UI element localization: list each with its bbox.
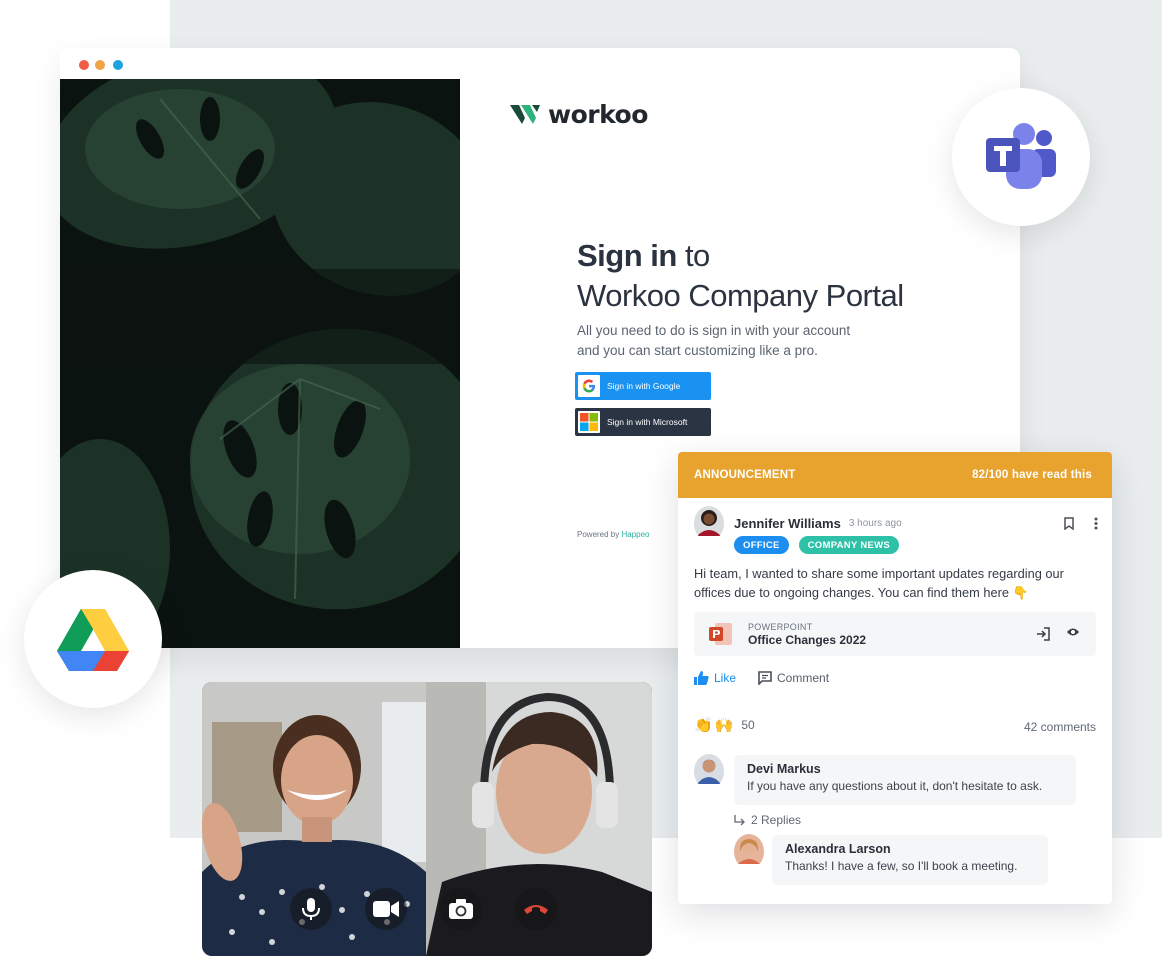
window-minimize-dot[interactable] <box>95 60 105 70</box>
comment-text: Thanks! I have a few, so I'll book a mee… <box>785 859 1018 873</box>
comment-author[interactable]: Devi Markus <box>747 762 1063 776</box>
sign-in-google-button[interactable]: Sign in with Google <box>575 372 711 400</box>
like-button[interactable]: Like <box>694 671 736 685</box>
reactions[interactable]: 👏 🙌 50 <box>694 716 755 734</box>
page-title: Sign in to Workoo Company Portal <box>577 236 904 316</box>
intro-text: All you need to do is sign in with your … <box>577 321 877 361</box>
powered-prefix: Powered by <box>577 530 622 539</box>
bookmark-icon[interactable] <box>1064 516 1074 530</box>
thumbs-up-icon <box>694 671 709 685</box>
clapping-hands-icon: 👏 <box>694 717 713 734</box>
video-call-participants <box>202 682 652 956</box>
microsoft-teams-icon <box>986 123 1056 189</box>
replies-label: 2 Replies <box>751 813 802 827</box>
sign-in-microsoft-label: Sign in with Microsoft <box>607 417 688 427</box>
like-label: Like <box>714 671 737 685</box>
switch-camera-icon <box>449 899 473 919</box>
raised-hands-icon: 🙌 <box>714 717 734 734</box>
announcement-header: ANNOUNCEMENT 82/100 have read this <box>678 452 1112 498</box>
comment-text: If you have any questions about it, don'… <box>747 779 1043 793</box>
comment-icon <box>758 671 772 685</box>
avatar[interactable] <box>734 834 764 869</box>
switch-camera-button[interactable] <box>440 888 482 930</box>
tag-office[interactable]: OFFICE <box>734 536 789 554</box>
video-call-window <box>202 682 652 956</box>
announcement-card: ANNOUNCEMENT 82/100 have read this Jenni… <box>678 452 1112 904</box>
avatar[interactable] <box>694 505 724 541</box>
microphone-icon <box>302 898 320 920</box>
brand-name: workoo <box>548 99 648 129</box>
hang-up-icon <box>524 905 548 914</box>
intro-line-2: and you can start customizing like a pro… <box>577 343 818 358</box>
post-author-row: Jennifer Williams 3 hours ago <box>694 505 1098 541</box>
comment-label: Comment <box>777 671 830 685</box>
more-options-icon[interactable] <box>1094 517 1098 530</box>
post-time: 3 hours ago <box>848 517 902 529</box>
attachment-type: POWERPOINT <box>748 621 813 632</box>
sign-in-microsoft-button[interactable]: Sign in with Microsoft <box>575 408 711 436</box>
comment-alexandra: Alexandra Larson Thanks! I have a few, s… <box>772 835 1048 885</box>
comment-author[interactable]: Alexandra Larson <box>785 842 1035 856</box>
video-camera-icon <box>373 901 399 917</box>
heading-bold: Sign in <box>577 238 677 273</box>
toggle-camera-button[interactable] <box>365 888 407 930</box>
author-name[interactable]: Jennifer Williams <box>734 516 841 531</box>
google-drive-badge <box>24 570 162 708</box>
happeo-link[interactable]: Happeo <box>621 530 649 539</box>
comment-devi: Devi Markus If you have any questions ab… <box>734 755 1076 805</box>
heading-line2: Workoo Company Portal <box>577 278 904 313</box>
read-status: 82/100 have read this <box>972 469 1092 481</box>
powerpoint-icon <box>709 623 732 645</box>
mute-microphone-button[interactable] <box>290 888 332 930</box>
powered-by: Powered by Happeo <box>577 530 650 539</box>
window-maximize-dot[interactable] <box>113 60 123 70</box>
attachment-name: Office Changes 2022 <box>748 632 867 647</box>
microsoft-icon <box>578 411 600 433</box>
announcement-label: ANNOUNCEMENT <box>694 469 796 481</box>
post-actions: Like Comment <box>694 671 829 685</box>
reaction-count: 50 <box>741 718 755 732</box>
google-drive-icon <box>57 609 129 671</box>
monstera-leaves-photo <box>60 79 460 648</box>
comments-count[interactable]: 42 comments <box>1024 720 1096 734</box>
intro-line-1: All you need to do is sign in with your … <box>577 323 851 338</box>
replies-toggle[interactable]: 2 Replies <box>734 813 801 827</box>
window-close-dot[interactable] <box>79 60 89 70</box>
heading-rest: to <box>676 238 710 273</box>
tag-company-news[interactable]: COMPANY NEWS <box>798 536 900 554</box>
google-icon <box>578 375 600 397</box>
workoo-logo-mark-icon <box>510 105 540 124</box>
comment-button[interactable]: Comment <box>758 671 829 685</box>
microsoft-teams-badge <box>952 88 1090 226</box>
open-icon[interactable] <box>1036 627 1050 641</box>
post-body: Hi team, I wanted to share some importan… <box>694 566 1064 600</box>
hang-up-button[interactable] <box>515 888 557 930</box>
avatar[interactable] <box>694 754 724 789</box>
reply-arrow-icon <box>734 814 745 825</box>
sign-in-google-label: Sign in with Google <box>607 381 681 391</box>
eye-icon[interactable] <box>1066 627 1080 637</box>
workoo-logo: workoo <box>510 99 648 129</box>
attachment[interactable]: POWERPOINT Office Changes 2022 <box>694 612 1096 656</box>
post-tags: OFFICE COMPANY NEWS <box>734 536 900 554</box>
